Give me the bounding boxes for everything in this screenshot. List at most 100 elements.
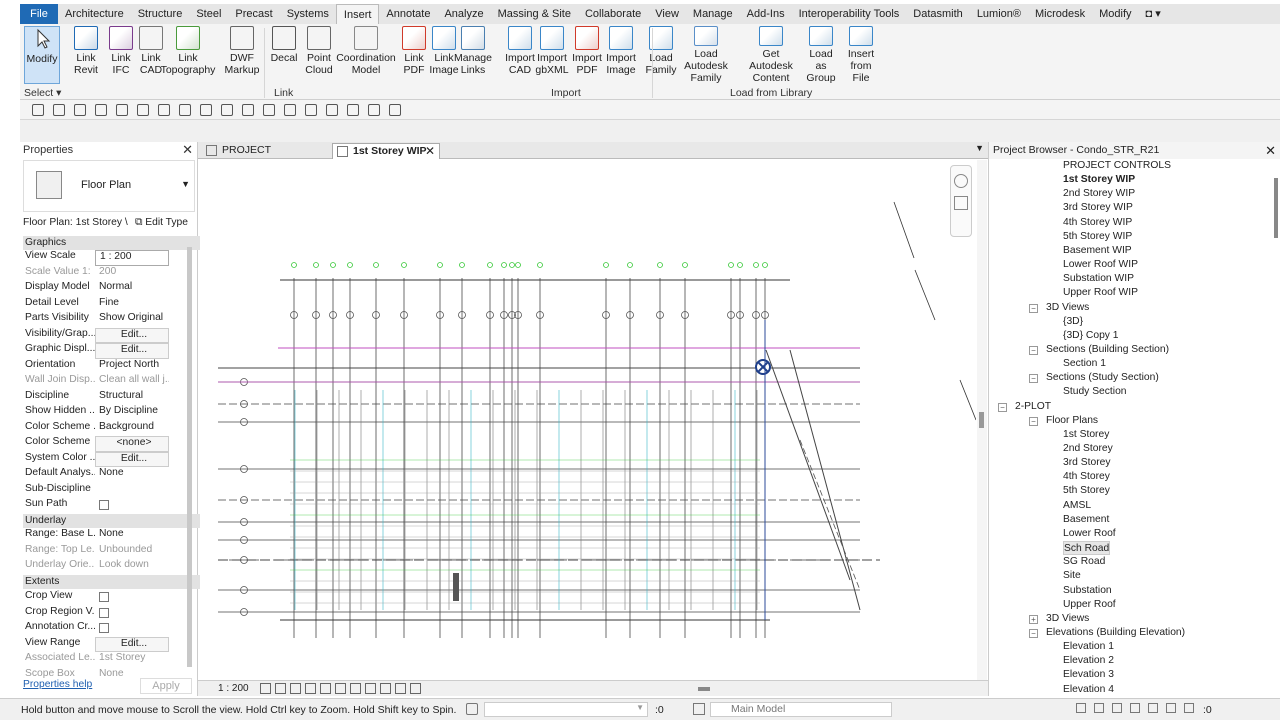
expand-icon[interactable]: + [1029,614,1038,624]
background-process-icon[interactable] [1166,703,1176,713]
filter-icon[interactable] [347,104,359,116]
filter-icon[interactable] [1184,703,1194,713]
customize-icon[interactable] [389,104,401,116]
decal-button[interactable]: Decal [268,26,300,84]
checkbox[interactable] [99,500,109,510]
sun-path-icon[interactable] [305,683,316,694]
tab-manage[interactable]: Manage [686,4,740,24]
collapse-icon[interactable]: − [1029,345,1038,355]
tab-project-controls[interactable]: PROJECT CONTROLS [202,143,330,171]
properties-scrollbar[interactable] [187,247,192,667]
load-autodesk-family-button[interactable]: Load Autodesk Family [675,26,737,84]
tree-item[interactable]: 4th Storey [1063,470,1110,484]
tree-item[interactable]: Elevations (Building Elevation) [1046,626,1185,640]
edit-type-button[interactable]: ⧉ Edit Type [135,217,195,229]
edit-button[interactable]: Edit... [95,327,169,343]
tree-item[interactable]: Basement WIP [1063,244,1132,258]
design-option-dropdown[interactable]: Main Model [710,702,892,717]
property-row[interactable]: Sun Path [23,498,191,514]
tree-item[interactable]: SG Road [1063,555,1105,569]
tree-item[interactable]: Elevation 4 [1063,683,1114,697]
tree-item[interactable]: 3rd Storey [1063,456,1111,470]
tree-item[interactable]: {3D} Copy 1 [1063,329,1119,343]
tab-insert[interactable]: Insert [335,4,380,24]
property-row[interactable]: Default Analys... None [23,467,191,483]
import-image-button[interactable]: Import Image [605,26,637,84]
tree-item[interactable]: 1st Storey WIP [1063,173,1135,187]
tree-item[interactable]: AMSL [1063,499,1091,513]
apply-button[interactable]: Apply [140,678,192,694]
tab-annotate[interactable]: Annotate [379,4,437,24]
save-icon[interactable] [53,104,65,116]
close-icon[interactable]: ✕ [182,142,193,158]
visual-style-icon[interactable] [290,683,301,694]
detail-level-icon[interactable] [275,683,286,694]
select-dropdown[interactable]: Select ▾ [24,87,61,99]
load-as-group-button[interactable]: Load as Group [805,26,837,84]
link-ifc-button[interactable]: Link IFC [105,26,137,84]
collapse-icon[interactable]: − [1029,416,1038,426]
point-cloud-button[interactable]: Point Cloud [303,26,335,84]
shadows-icon[interactable] [320,683,331,694]
tab-lumion-[interactable]: Lumion® [970,4,1028,24]
tab-structure[interactable]: Structure [131,4,190,24]
load-family-button[interactable]: Load Family [645,26,677,84]
tree-item[interactable]: 2nd Storey [1063,442,1113,456]
underlay-select-icon[interactable] [1094,703,1104,713]
property-row[interactable]: Wall Join Disp... Clean all wall j... [23,374,191,390]
tree-item[interactable]: Sections (Building Section) [1046,343,1169,357]
collapse-icon[interactable]: − [1029,628,1038,638]
thin-lines-icon[interactable] [284,104,296,116]
workset-dropdown[interactable]: ▼ [484,702,648,717]
tab-modify[interactable]: Modify [1092,4,1138,24]
group-extents[interactable]: Extents [23,575,201,589]
navigation-bar[interactable] [950,165,972,237]
tab-add-ins[interactable]: Add-Ins [740,4,792,24]
tree-item[interactable]: Elevation 2 [1063,654,1114,668]
import-cad-button[interactable]: Import CAD [504,26,536,84]
tab-massing-site[interactable]: Massing & Site [491,4,578,24]
tab-datasmith[interactable]: Datasmith [906,4,970,24]
tree-item[interactable]: Substation WIP [1063,272,1134,286]
property-row[interactable]: Range: Base L... None [23,528,191,544]
group-graphics[interactable]: Graphics [23,236,201,250]
tree-scroll-thumb[interactable] [1274,178,1278,238]
collapse-icon[interactable]: − [998,402,1007,412]
checkbox[interactable] [99,623,109,633]
scale-icon[interactable] [260,683,271,694]
close-hidden-icon[interactable] [305,104,317,116]
sync-icon[interactable] [74,104,86,116]
property-row[interactable]: Range: Top Le... Unbounded [23,544,191,560]
property-row[interactable]: Crop Region V... [23,606,191,622]
tree-item[interactable]: Upper Roof [1063,598,1116,612]
link-revit-button[interactable]: Link Revit [70,26,102,84]
checkbox[interactable] [99,607,109,618]
view-scale[interactable]: 1 : 200 [218,683,249,694]
instance-selector[interactable]: Floor Plan: 1st Storey \ [23,217,133,232]
property-row[interactable]: Graphic Displ... Edit... [23,343,191,359]
temp-hide-icon[interactable] [365,683,376,694]
checkbox[interactable] [99,592,109,602]
edit-button[interactable]: Edit... [95,451,169,467]
link-topography-button[interactable]: Link Topography [161,26,215,84]
modify-button[interactable]: Modify [24,26,60,84]
tab-precast[interactable]: Precast [228,4,279,24]
tree-item[interactable]: Lower Roof WIP [1063,258,1138,272]
insert-from-file-button[interactable]: Insert from File [845,26,877,84]
property-row[interactable]: View Scale 1 : 200 [23,250,191,266]
property-row[interactable]: View Range Edit... [23,636,191,652]
3d-view-icon[interactable] [242,104,254,116]
tree-item[interactable]: Sections (Study Section) [1046,371,1159,385]
redo-icon[interactable] [116,104,128,116]
tab-interoperability-tools[interactable]: Interoperability Tools [792,4,907,24]
default-3d-icon[interactable] [368,104,380,116]
collapse-icon[interactable]: − [1029,303,1038,313]
horizontal-scroll-thumb[interactable] [698,687,710,691]
tab-analyze[interactable]: Analyze [437,4,490,24]
pinned-select-icon[interactable] [1112,703,1122,713]
property-row[interactable]: Associated Le... 1st Storey [23,652,191,668]
dwf-markup-button[interactable]: DWF Markup [225,26,260,84]
tree-item[interactable]: 5th Storey [1063,484,1110,498]
tree-item[interactable]: Floor Plans [1046,414,1098,428]
property-row[interactable]: Display Model Normal [23,281,191,297]
